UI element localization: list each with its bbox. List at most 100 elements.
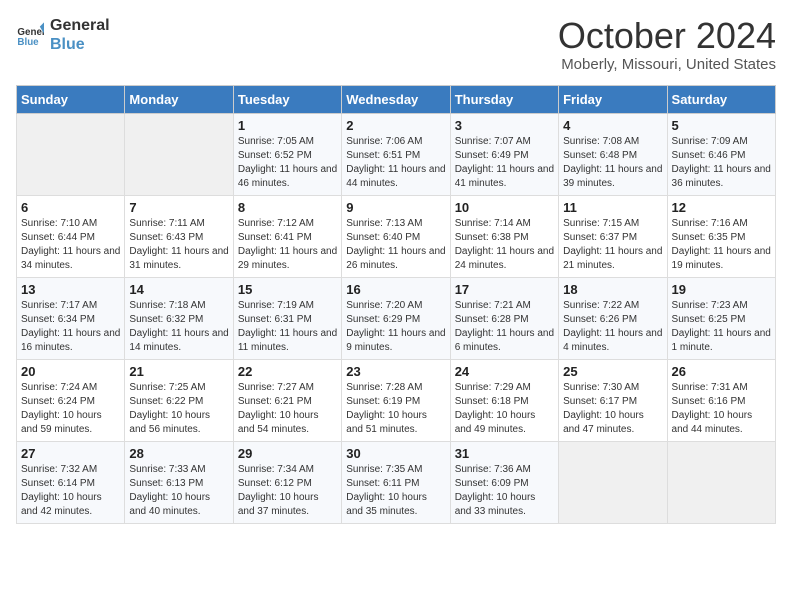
calendar-cell (667, 441, 775, 523)
month-title: October 2024 (558, 16, 776, 56)
day-header-friday: Friday (559, 85, 667, 113)
calendar-cell: 15 Sunrise: 7:19 AMSunset: 6:31 PMDayligh… (233, 277, 341, 359)
day-info: Sunrise: 7:29 AMSunset: 6:18 PMDaylight:… (455, 381, 554, 437)
day-number: 4 (563, 118, 662, 133)
day-info: Sunrise: 7:19 AMSunset: 6:31 PMDaylight:… (238, 299, 337, 355)
calendar-cell: 31 Sunrise: 7:36 AMSunset: 6:09 PMDayligh… (450, 441, 558, 523)
calendar-cell: 3 Sunrise: 7:07 AMSunset: 6:49 PMDaylight… (450, 113, 558, 195)
calendar-cell: 29Sunrise: 7:34 AMSunset: 6:12 PMDayligh… (233, 441, 341, 523)
day-info: Sunrise: 7:35 AMSunset: 6:11 PMDaylight:… (346, 463, 445, 519)
calendar-cell: 20 Sunrise: 7:24 AMSunset: 6:24 PMDayligh… (17, 359, 125, 441)
day-header-tuesday: Tuesday (233, 85, 341, 113)
day-info: Sunrise: 7:27 AMSunset: 6:21 PMDaylight:… (238, 381, 337, 437)
calendar-cell: 7 Sunrise: 7:11 AMSunset: 6:43 PMDaylight… (125, 195, 233, 277)
day-number: 18 (563, 282, 662, 297)
day-info: Sunrise: 7:05 AMSunset: 6:52 PMDaylight:… (238, 135, 337, 191)
calendar-cell: 8 Sunrise: 7:12 AMSunset: 6:41 PMDaylight… (233, 195, 341, 277)
day-number: 19 (672, 282, 771, 297)
day-info: Sunrise: 7:13 AMSunset: 6:40 PMDaylight:… (346, 217, 445, 273)
calendar-cell: 18 Sunrise: 7:22 AMSunset: 6:26 PMDayligh… (559, 277, 667, 359)
calendar-cell: 9 Sunrise: 7:13 AMSunset: 6:40 PMDaylight… (342, 195, 450, 277)
day-number: 17 (455, 282, 554, 297)
day-number: 3 (455, 118, 554, 133)
day-number: 23 (346, 364, 445, 379)
day-number: 14 (129, 282, 228, 297)
calendar-cell: 12 Sunrise: 7:16 AMSunset: 6:35 PMDayligh… (667, 195, 775, 277)
day-header-sunday: Sunday (17, 85, 125, 113)
day-info: Sunrise: 7:07 AMSunset: 6:49 PMDaylight:… (455, 135, 554, 191)
day-header-monday: Monday (125, 85, 233, 113)
day-info: Sunrise: 7:12 AMSunset: 6:41 PMDaylight:… (238, 217, 337, 273)
day-number: 5 (672, 118, 771, 133)
day-number: 22 (238, 364, 337, 379)
day-info: Sunrise: 7:14 AMSunset: 6:38 PMDaylight:… (455, 217, 554, 273)
day-number: 6 (21, 200, 120, 215)
day-number: 16 (346, 282, 445, 297)
calendar-cell (125, 113, 233, 195)
calendar-cell: 14 Sunrise: 7:18 AMSunset: 6:32 PMDayligh… (125, 277, 233, 359)
day-number: 24 (455, 364, 554, 379)
day-number: 26 (672, 364, 771, 379)
calendar-cell: 24 Sunrise: 7:29 AMSunset: 6:18 PMDayligh… (450, 359, 558, 441)
svg-text:Blue: Blue (17, 37, 39, 48)
day-info: Sunrise: 7:30 AMSunset: 6:17 PMDaylight:… (563, 381, 662, 437)
day-number: 21 (129, 364, 228, 379)
day-info: Sunrise: 7:16 AMSunset: 6:35 PMDaylight:… (672, 217, 771, 273)
day-info: Sunrise: 7:09 AMSunset: 6:46 PMDaylight:… (672, 135, 771, 191)
day-info: Sunrise: 7:06 AMSunset: 6:51 PMDaylight:… (346, 135, 445, 191)
day-info: Sunrise: 7:15 AMSunset: 6:37 PMDaylight:… (563, 217, 662, 273)
day-number: 27 (21, 446, 120, 461)
calendar-cell (17, 113, 125, 195)
location: Moberly, Missouri, United States (558, 56, 776, 73)
day-info: Sunrise: 7:24 AMSunset: 6:24 PMDaylight:… (21, 381, 120, 437)
calendar-cell: 2 Sunrise: 7:06 AMSunset: 6:51 PMDaylight… (342, 113, 450, 195)
header-row: SundayMondayTuesdayWednesdayThursdayFrid… (17, 85, 776, 113)
title-block: October 2024 Moberly, Missouri, United S… (558, 16, 776, 73)
calendar-cell: 10 Sunrise: 7:14 AMSunset: 6:38 PMDayligh… (450, 195, 558, 277)
day-number: 9 (346, 200, 445, 215)
calendar-cell: 21Sunrise: 7:25 AMSunset: 6:22 PMDayligh… (125, 359, 233, 441)
day-number: 10 (455, 200, 554, 215)
week-row-1: 1 Sunrise: 7:05 AMSunset: 6:52 PMDaylight… (17, 113, 776, 195)
calendar-cell: 1 Sunrise: 7:05 AMSunset: 6:52 PMDaylight… (233, 113, 341, 195)
day-number: 28 (129, 446, 228, 461)
day-info: Sunrise: 7:17 AMSunset: 6:34 PMDaylight:… (21, 299, 120, 355)
calendar-cell: 22 Sunrise: 7:27 AMSunset: 6:21 PMDayligh… (233, 359, 341, 441)
calendar-cell: 27 Sunrise: 7:32 AMSunset: 6:14 PMDayligh… (17, 441, 125, 523)
day-header-saturday: Saturday (667, 85, 775, 113)
day-number: 29 (238, 446, 337, 461)
logo-blue: Blue (50, 35, 110, 54)
calendar-cell: 13Sunrise: 7:17 AMSunset: 6:34 PMDayligh… (17, 277, 125, 359)
calendar-cell: 4 Sunrise: 7:08 AMSunset: 6:48 PMDaylight… (559, 113, 667, 195)
calendar-cell (559, 441, 667, 523)
day-info: Sunrise: 7:31 AMSunset: 6:16 PMDaylight:… (672, 381, 771, 437)
calendar-cell: 5 Sunrise: 7:09 AMSunset: 6:46 PMDaylight… (667, 113, 775, 195)
day-info: Sunrise: 7:10 AMSunset: 6:44 PMDaylight:… (21, 217, 120, 273)
day-number: 2 (346, 118, 445, 133)
day-number: 15 (238, 282, 337, 297)
day-info: Sunrise: 7:11 AMSunset: 6:43 PMDaylight:… (129, 217, 228, 273)
day-info: Sunrise: 7:36 AMSunset: 6:09 PMDaylight:… (455, 463, 554, 519)
week-row-3: 13Sunrise: 7:17 AMSunset: 6:34 PMDayligh… (17, 277, 776, 359)
day-info: Sunrise: 7:32 AMSunset: 6:14 PMDaylight:… (21, 463, 120, 519)
day-number: 8 (238, 200, 337, 215)
day-number: 1 (238, 118, 337, 133)
week-row-2: 6 Sunrise: 7:10 AMSunset: 6:44 PMDaylight… (17, 195, 776, 277)
calendar-cell: 11 Sunrise: 7:15 AMSunset: 6:37 PMDayligh… (559, 195, 667, 277)
day-info: Sunrise: 7:21 AMSunset: 6:28 PMDaylight:… (455, 299, 554, 355)
day-info: Sunrise: 7:18 AMSunset: 6:32 PMDaylight:… (129, 299, 228, 355)
day-info: Sunrise: 7:23 AMSunset: 6:25 PMDaylight:… (672, 299, 771, 355)
day-number: 7 (129, 200, 228, 215)
day-number: 20 (21, 364, 120, 379)
calendar-cell: 26 Sunrise: 7:31 AMSunset: 6:16 PMDayligh… (667, 359, 775, 441)
day-number: 12 (672, 200, 771, 215)
day-info: Sunrise: 7:08 AMSunset: 6:48 PMDaylight:… (563, 135, 662, 191)
day-number: 31 (455, 446, 554, 461)
day-number: 25 (563, 364, 662, 379)
calendar-cell: 25 Sunrise: 7:30 AMSunset: 6:17 PMDayligh… (559, 359, 667, 441)
day-info: Sunrise: 7:22 AMSunset: 6:26 PMDaylight:… (563, 299, 662, 355)
day-info: Sunrise: 7:33 AMSunset: 6:13 PMDaylight:… (129, 463, 228, 519)
calendar-cell: 30Sunrise: 7:35 AMSunset: 6:11 PMDayligh… (342, 441, 450, 523)
calendar-cell: 19 Sunrise: 7:23 AMSunset: 6:25 PMDayligh… (667, 277, 775, 359)
day-number: 11 (563, 200, 662, 215)
